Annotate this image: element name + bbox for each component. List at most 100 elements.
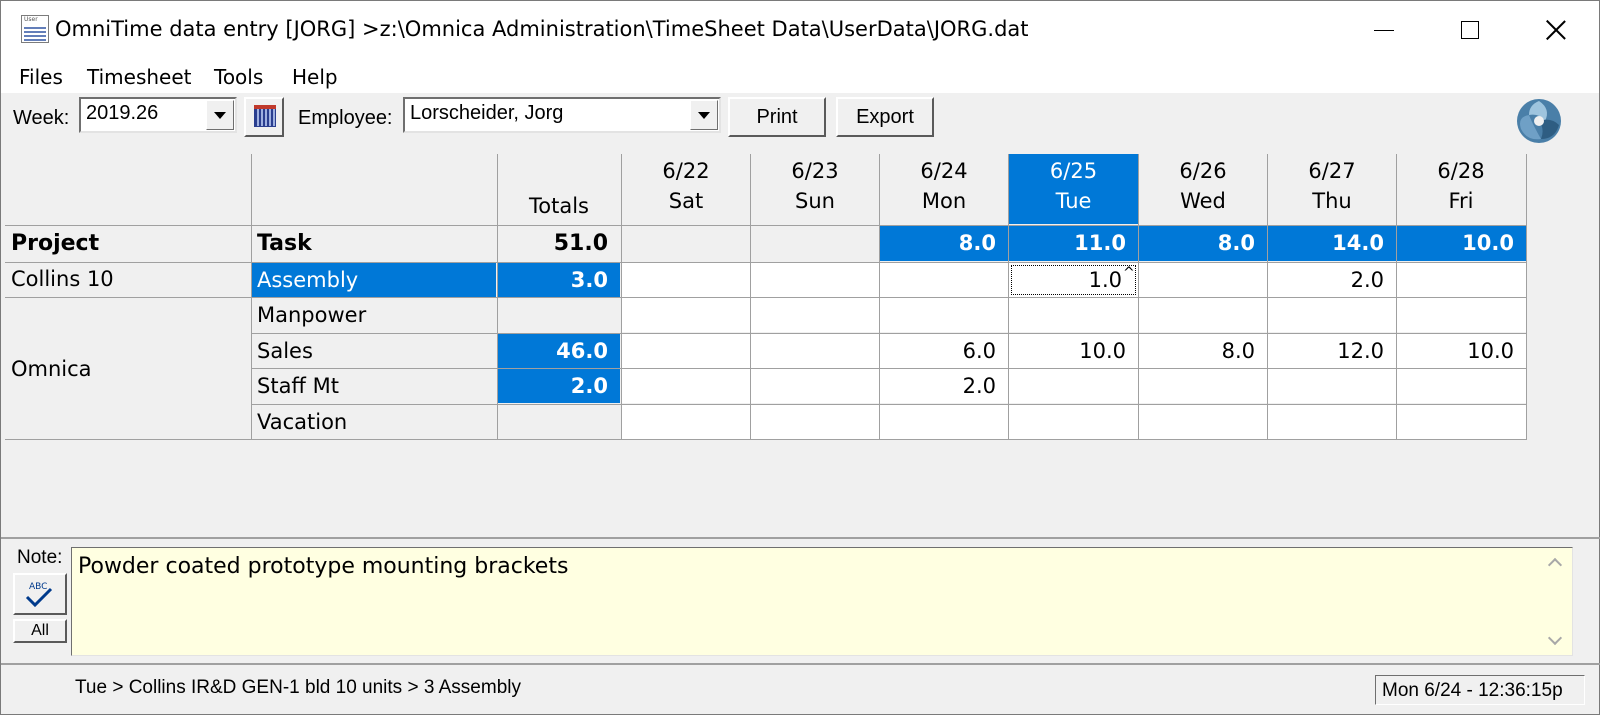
day-total-sun	[751, 226, 879, 261]
hours-cell[interactable]: 2.0	[1268, 263, 1396, 297]
day-header-date: 6/22	[662, 159, 710, 183]
scroll-up-button[interactable]	[1547, 556, 1564, 573]
project-header: Project	[11, 231, 100, 256]
day-header-sat[interactable]: 6/22 Sat	[622, 156, 750, 224]
hours-cell[interactable]	[1139, 369, 1267, 403]
hours-cell[interactable]	[751, 298, 879, 332]
hours-cell[interactable]	[751, 405, 879, 439]
title-bar[interactable]: User OmniTime data entry [JORG] >z:\Omni…	[1, 1, 1599, 59]
hours-cell[interactable]	[1139, 298, 1267, 332]
hours-cell[interactable]	[1397, 263, 1526, 297]
hours-cell[interactable]	[751, 334, 879, 368]
note-label: Note:	[17, 547, 63, 568]
day-header-sun[interactable]: 6/23 Sun	[751, 156, 879, 224]
status-divider	[1, 663, 1600, 665]
day-header-mon[interactable]: 6/24 Mon	[880, 156, 1008, 224]
hours-cell[interactable]: 1.0	[1009, 263, 1138, 297]
hours-cell[interactable]: 12.0	[1268, 334, 1396, 368]
row-total: 3.0	[498, 263, 620, 297]
day-header-weekday: Fri	[1448, 189, 1474, 213]
hours-cell[interactable]	[622, 334, 750, 368]
task-cell[interactable]: Vacation	[252, 405, 496, 439]
menu-files[interactable]: Files	[19, 65, 63, 89]
hours-cell[interactable]	[880, 405, 1008, 439]
close-button[interactable]	[1513, 1, 1599, 59]
day-header-thu[interactable]: 6/27 Thu	[1268, 156, 1396, 224]
project-collins[interactable]: Collins 10	[11, 267, 249, 297]
hours-cell[interactable]	[1139, 405, 1267, 439]
hours-cell[interactable]	[1397, 405, 1526, 439]
day-total-mon: 8.0	[880, 226, 1008, 261]
grid-line	[251, 404, 1527, 405]
day-header-weekday: Sun	[795, 189, 835, 213]
hours-cell[interactable]: 8.0	[1139, 334, 1267, 368]
task-cell[interactable]: Staff Mt	[252, 369, 496, 403]
hours-cell[interactable]	[622, 263, 750, 297]
hours-cell[interactable]	[1268, 369, 1396, 403]
hours-cell[interactable]	[880, 298, 1008, 332]
hours-cell[interactable]: 10.0	[1397, 334, 1526, 368]
hours-cell[interactable]	[1009, 369, 1138, 403]
calendar-button[interactable]	[244, 97, 284, 137]
hours-cell[interactable]	[1397, 298, 1526, 332]
hours-cell[interactable]: 2.0	[880, 369, 1008, 403]
hours-cell[interactable]	[622, 405, 750, 439]
caret-up-icon[interactable]: ^	[1123, 265, 1135, 281]
hours-cell[interactable]	[1139, 263, 1267, 297]
task-cell[interactable]: Sales	[252, 334, 496, 368]
hours-cell[interactable]	[622, 298, 750, 332]
grid-line	[5, 439, 1527, 440]
hours-cell[interactable]	[751, 263, 879, 297]
task-cell[interactable]: Manpower	[252, 298, 496, 332]
day-total-tue: 11.0	[1009, 226, 1138, 261]
hours-cell[interactable]	[622, 369, 750, 403]
grid-line	[5, 225, 1527, 226]
app-icon[interactable]: User	[21, 15, 49, 43]
day-header-wed[interactable]: 6/26 Wed	[1139, 156, 1267, 224]
maximize-button[interactable]	[1427, 1, 1513, 59]
hours-cell[interactable]	[880, 263, 1008, 297]
spellcheck-button[interactable]: ABC	[13, 573, 67, 615]
hours-cell[interactable]	[1009, 405, 1138, 439]
day-header-fri[interactable]: 6/28 Fri	[1397, 156, 1525, 224]
hours-cell[interactable]: 10.0	[1009, 334, 1138, 368]
week-label: Week:	[13, 107, 70, 129]
status-time: Mon 6/24 - 12:36:15p	[1375, 675, 1585, 705]
print-button[interactable]: Print	[728, 97, 826, 137]
day-header-weekday: Mon	[921, 189, 967, 213]
hours-cell[interactable]: 6.0	[880, 334, 1008, 368]
day-total-sat	[622, 226, 750, 261]
day-header-tue[interactable]: 6/25 Tue	[1009, 154, 1138, 224]
row-total: 46.0	[498, 334, 620, 368]
menu-timesheet[interactable]: Timesheet	[87, 65, 192, 89]
day-total-fri: 10.0	[1397, 226, 1526, 261]
minimize-button[interactable]	[1341, 1, 1427, 59]
employee-dropdown-button[interactable]	[690, 100, 718, 130]
employee-select[interactable]: Lorscheider, Jorg	[403, 97, 721, 133]
week-select[interactable]: 2019.26	[79, 97, 237, 133]
calendar-icon	[254, 105, 276, 127]
note-textarea[interactable]: Powder coated prototype mounting bracket…	[71, 547, 1573, 656]
close-icon	[1546, 20, 1566, 40]
hours-cell[interactable]	[751, 369, 879, 403]
omnica-logo-icon	[1517, 99, 1561, 143]
task-cell[interactable]: Assembly	[252, 263, 496, 297]
hours-cell[interactable]	[1009, 298, 1138, 332]
all-button[interactable]: All	[13, 619, 67, 643]
export-button[interactable]: Export	[836, 97, 934, 137]
hours-cell[interactable]	[1268, 405, 1396, 439]
hours-cell[interactable]	[1268, 298, 1396, 332]
menu-tools[interactable]: Tools	[214, 65, 263, 89]
day-total-wed: 8.0	[1139, 226, 1267, 261]
chevron-down-icon	[214, 111, 226, 119]
chevron-up-icon	[1547, 557, 1563, 573]
project-omnica[interactable]: Omnica	[11, 357, 249, 387]
employee-label: Employee:	[298, 107, 393, 129]
minimize-icon	[1374, 29, 1394, 31]
scroll-down-button[interactable]	[1547, 630, 1564, 647]
grid-line	[5, 262, 1527, 263]
day-header-date: 6/26	[1179, 159, 1227, 183]
menu-help[interactable]: Help	[292, 65, 338, 89]
hours-cell[interactable]	[1397, 369, 1526, 403]
week-dropdown-button[interactable]	[206, 100, 234, 130]
